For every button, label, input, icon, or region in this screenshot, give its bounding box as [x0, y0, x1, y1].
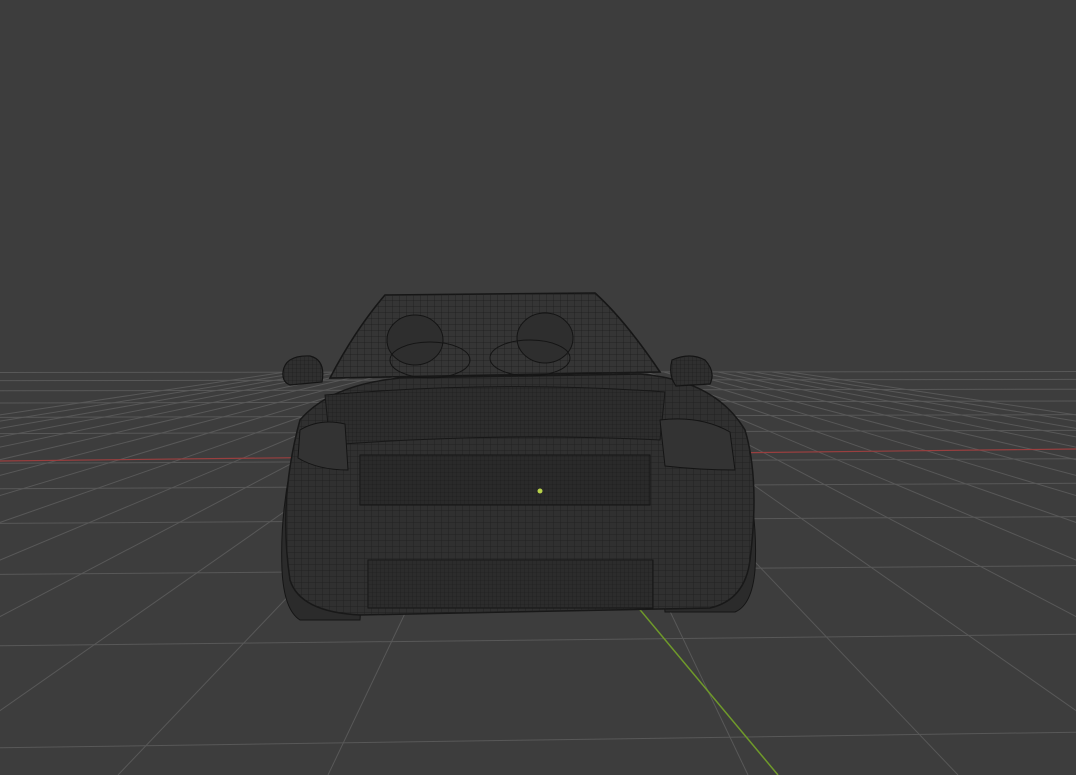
- 3d-viewport[interactable]: [0, 0, 1076, 775]
- grid-line: [699, 371, 1076, 461]
- grid-line: [0, 633, 1076, 647]
- origin-point: [537, 488, 543, 494]
- car-wireframe-icon[interactable]: [281, 292, 757, 621]
- viewport-canvas[interactable]: [0, 0, 1076, 775]
- grid-line: [789, 371, 1076, 416]
- seat-right: [516, 312, 574, 364]
- grid-line: [753, 371, 1076, 429]
- grid-line: [0, 731, 1076, 749]
- seat-left: [386, 314, 444, 366]
- grid-line: [735, 371, 1076, 438]
